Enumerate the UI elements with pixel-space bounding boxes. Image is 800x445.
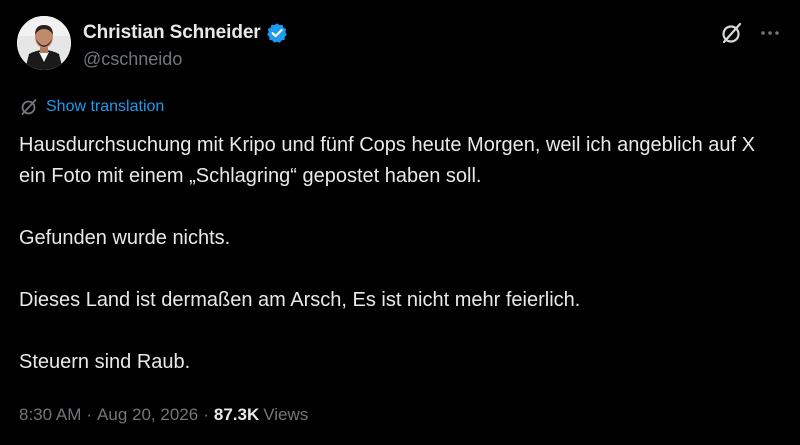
verified-badge-icon	[266, 22, 288, 44]
views-label[interactable]: Views	[263, 405, 308, 425]
tweet-text: Hausdurchsuchung mit Kripo und fünf Cops…	[19, 130, 779, 409]
meta-separator: ·	[203, 405, 209, 424]
meta-separator: ·	[86, 405, 93, 424]
show-translation-label[interactable]: Show translation	[46, 98, 164, 116]
author-handle[interactable]: @cschneido	[83, 49, 182, 70]
tweet-paragraph: Hausdurchsuchung mit Kripo und fünf Cops…	[19, 134, 755, 187]
author-name[interactable]: Christian Schneider	[83, 22, 261, 44]
show-translation-button[interactable]: Show translation	[19, 97, 164, 117]
tweet-post: Christian Schneider @cschneido Show tran…	[0, 0, 800, 445]
views-count[interactable]: 87.3K	[214, 405, 259, 425]
grok-slash-icon[interactable]	[719, 20, 745, 46]
more-dots-icon[interactable]	[758, 22, 782, 44]
avatar[interactable]	[17, 16, 71, 70]
avatar-photo	[17, 16, 71, 70]
post-date[interactable]: Aug 20, 2026	[97, 405, 198, 425]
tweet-meta: 8:30 AM · Aug 20, 2026 · 87.3K Views	[19, 405, 308, 425]
tweet-paragraph: Gefunden wurde nichts.	[19, 227, 231, 249]
post-time[interactable]: 8:30 AM	[19, 405, 81, 425]
tweet-paragraph: Dieses Land ist dermaßen am Arsch, Es is…	[19, 289, 581, 311]
tweet-paragraph: Steuern sind Raub.	[19, 351, 191, 373]
translate-slash-icon	[19, 97, 39, 117]
author-name-row[interactable]: Christian Schneider	[83, 20, 288, 46]
